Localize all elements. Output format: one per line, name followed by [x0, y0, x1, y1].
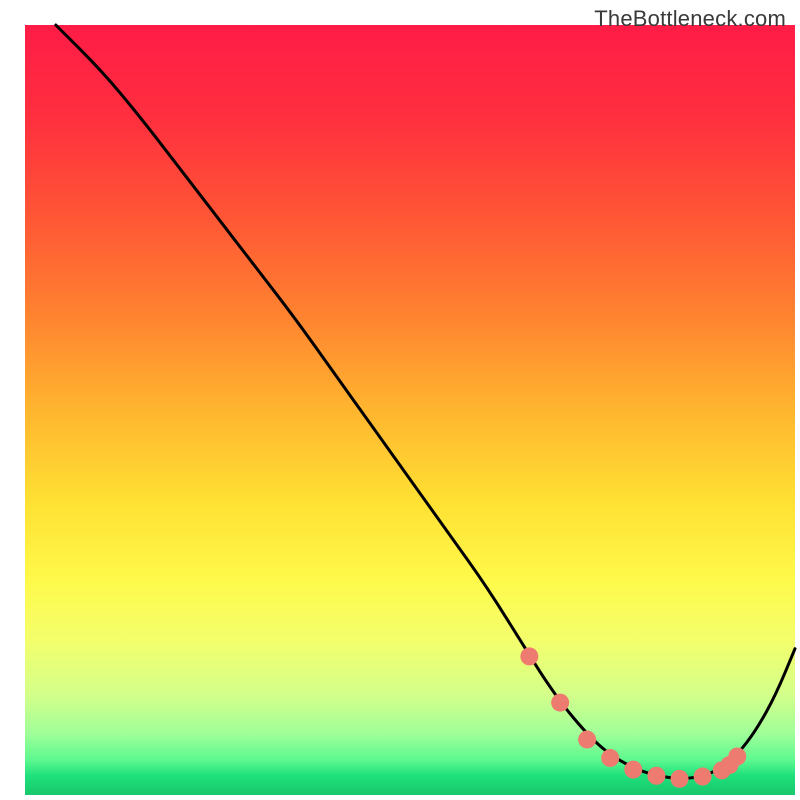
plot-background — [25, 25, 795, 795]
marker-dot — [520, 647, 538, 665]
marker-dot — [551, 694, 569, 712]
marker-dot — [601, 749, 619, 767]
marker-dot — [694, 768, 712, 786]
marker-dot — [728, 748, 746, 766]
marker-dot — [624, 761, 642, 779]
marker-dot — [578, 731, 596, 749]
marker-dot — [671, 770, 689, 788]
marker-dot — [647, 767, 665, 785]
chart-svg — [0, 0, 800, 800]
chart-container: TheBottleneck.com — [0, 0, 800, 800]
watermark-text: TheBottleneck.com — [594, 6, 786, 32]
